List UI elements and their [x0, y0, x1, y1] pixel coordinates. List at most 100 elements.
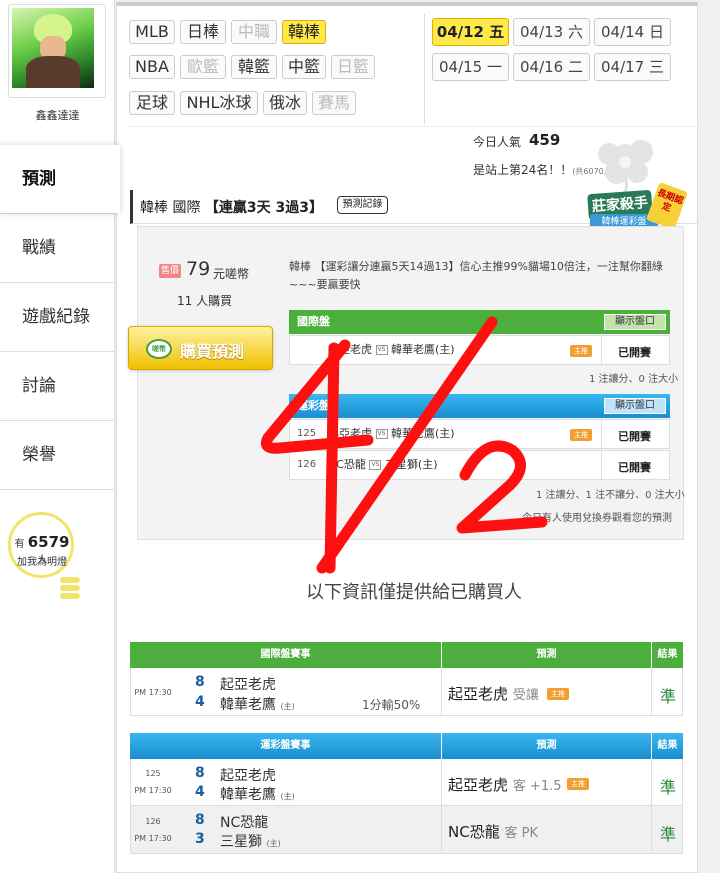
divider: [651, 806, 652, 854]
prediction-cell: 起亞老虎 受讓: [448, 683, 539, 704]
date-tab[interactable]: 04/13 六: [513, 18, 590, 46]
intl-table-header-result: 結果: [652, 642, 683, 668]
game-status: 已開賽: [618, 430, 651, 443]
rank-text: 是站上第24名！！: [473, 163, 573, 177]
away-score: 8: [195, 812, 205, 828]
league-tag: 賽馬: [312, 91, 356, 115]
main-pick-tag: 主推: [570, 345, 592, 357]
pred-team: 起亞老虎: [448, 685, 509, 703]
prediction-cell: NC恐龍 客 PK: [448, 821, 538, 842]
league-tag: 歐籃: [180, 55, 226, 79]
handicap-line: 1分輸50%: [362, 698, 421, 712]
game-status: 已開賽: [618, 461, 651, 474]
game-number: 125: [145, 769, 161, 778]
price-value: 79: [186, 258, 211, 280]
intl-bet-count: 1 注讓分、0 注大小: [589, 374, 679, 385]
nav-item-discussion[interactable]: 討論: [0, 351, 115, 420]
nav-item-game-log[interactable]: 遊戲紀錄: [0, 282, 115, 351]
away-score: 8: [195, 765, 205, 781]
away-team: 起亞老虎: [220, 768, 276, 784]
buyer-count: 11 人購買: [177, 294, 233, 308]
game-time: PM 17:30: [134, 786, 172, 795]
divider: [441, 806, 442, 854]
nav-item-prediction[interactable]: 預測: [0, 145, 120, 213]
result-mark: 準: [660, 687, 677, 706]
away-score: 8: [195, 674, 205, 690]
lottery-table-header-result: 結果: [652, 733, 683, 759]
lightbulb-icon: [60, 575, 82, 611]
pred-detail: 客 PK: [504, 826, 538, 841]
nav-item-honor[interactable]: 榮譽: [0, 420, 115, 489]
coin-icon: 嗟幣: [146, 339, 172, 359]
pred-team: 起亞老虎: [448, 776, 509, 794]
nav-divider: [0, 489, 115, 490]
home-tag: (主): [280, 792, 295, 801]
divider: [601, 420, 602, 448]
home-tag: (主): [280, 702, 295, 711]
nav-item-record[interactable]: 戰績: [0, 213, 115, 282]
pred-team: NC恐龍: [448, 823, 500, 841]
league-tag: 中職: [231, 20, 277, 44]
home-score: 4: [195, 694, 205, 710]
title-streak: 【連贏3天 3過3】: [204, 200, 324, 216]
intl-table-header-pick: 預測: [442, 642, 651, 668]
intl-table-header-game: 國際盤賽事: [130, 642, 441, 668]
date-tab[interactable]: 04/14 日: [594, 18, 671, 46]
date-tab[interactable]: 04/16 二: [513, 53, 590, 81]
divider: [601, 451, 602, 479]
league-tag[interactable]: 日棒: [180, 20, 226, 44]
date-tab[interactable]: 04/17 三: [594, 53, 671, 81]
home-team-cell: 三星獅 (主): [220, 831, 281, 851]
table-row: [130, 806, 683, 854]
league-tag[interactable]: NHL冰球: [180, 91, 258, 115]
divider: [651, 668, 652, 716]
date-tab[interactable]: 04/15 一: [432, 53, 509, 81]
home-team-cell: 韓華老鷹 (主): [220, 784, 295, 804]
fans-bubble[interactable]: 有 6579 人 加我為明燈: [8, 512, 74, 578]
date-tab[interactable]: 04/12 五: [432, 18, 509, 46]
divider: [441, 759, 442, 806]
result-mark: 準: [660, 778, 677, 797]
pred-detail: 客 +1.5: [512, 779, 562, 794]
title-league: 韓棒 國際: [140, 200, 201, 216]
league-tag[interactable]: 韓籃: [231, 55, 277, 79]
main-pick-tag: 主推: [567, 778, 589, 790]
result-mark: 準: [660, 825, 677, 844]
buy-prediction-label[interactable]: 購買預測: [180, 338, 244, 362]
league-tag[interactable]: NBA: [129, 55, 175, 79]
league-tag[interactable]: 中籃: [282, 55, 326, 79]
show-odds-button[interactable]: 顯示盤口: [604, 398, 666, 414]
home-team: 三星獅: [220, 834, 262, 850]
price-unit: 元嗟幣: [213, 267, 250, 281]
game-status: 已開賽: [618, 346, 651, 359]
divider: [441, 668, 442, 716]
handwritten-date-annotation: [261, 316, 548, 574]
home-team-cell: 韓華老鷹 (主): [220, 694, 295, 714]
prediction-record-button[interactable]: 預測記錄: [337, 196, 388, 214]
league-tag[interactable]: 俄冰: [263, 91, 307, 115]
divider: [601, 336, 602, 364]
divider: [651, 759, 652, 806]
main-pick-tag: 主推: [547, 688, 569, 700]
away-team: 起亞老虎: [220, 677, 276, 693]
game-time: PM 17:30: [134, 834, 172, 843]
game-number: 126: [145, 817, 161, 826]
home-score: 3: [195, 831, 205, 847]
fans-label: 加我為明燈: [17, 557, 67, 568]
league-tag[interactable]: 足球: [129, 91, 175, 115]
home-score: 4: [195, 784, 205, 800]
popularity-label: 今日人氣: [473, 135, 522, 149]
game-time: PM 17:30: [134, 688, 172, 697]
prediction-cell: 起亞老虎 客 +1.5: [448, 774, 562, 795]
league-tag[interactable]: 韓棒: [282, 20, 326, 44]
lottery-table-header-game: 運彩盤賽事: [130, 733, 441, 759]
show-odds-button[interactable]: 顯示盤口: [604, 314, 666, 330]
prediction-title: 韓棒 國際 【連贏3天 3過3】: [140, 197, 323, 217]
popularity-value: 459: [529, 131, 561, 149]
away-team: NC恐龍: [220, 815, 269, 831]
league-tag[interactable]: MLB: [129, 20, 175, 44]
table-row: [130, 759, 683, 806]
avatar[interactable]: [12, 8, 94, 88]
price-tag: 售價: [159, 264, 181, 278]
username: 鑫鑫達達: [35, 109, 80, 122]
